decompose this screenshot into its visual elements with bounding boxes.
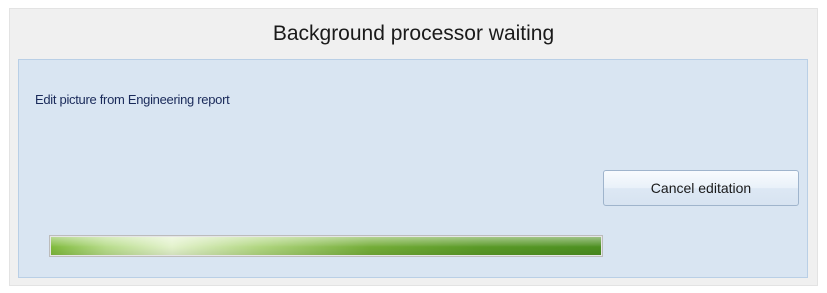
dialog-content: Edit picture from Engineering report (18, 59, 808, 278)
status-message: Edit picture from Engineering report (35, 92, 230, 107)
dialog-window: Background processor waiting Edit pictur… (9, 8, 818, 286)
cancel-editation-button[interactable]: Cancel editation (603, 170, 799, 206)
progress-bar (49, 235, 603, 257)
progress-bar-fill (51, 237, 601, 255)
window-title: Background processor waiting (10, 9, 817, 59)
